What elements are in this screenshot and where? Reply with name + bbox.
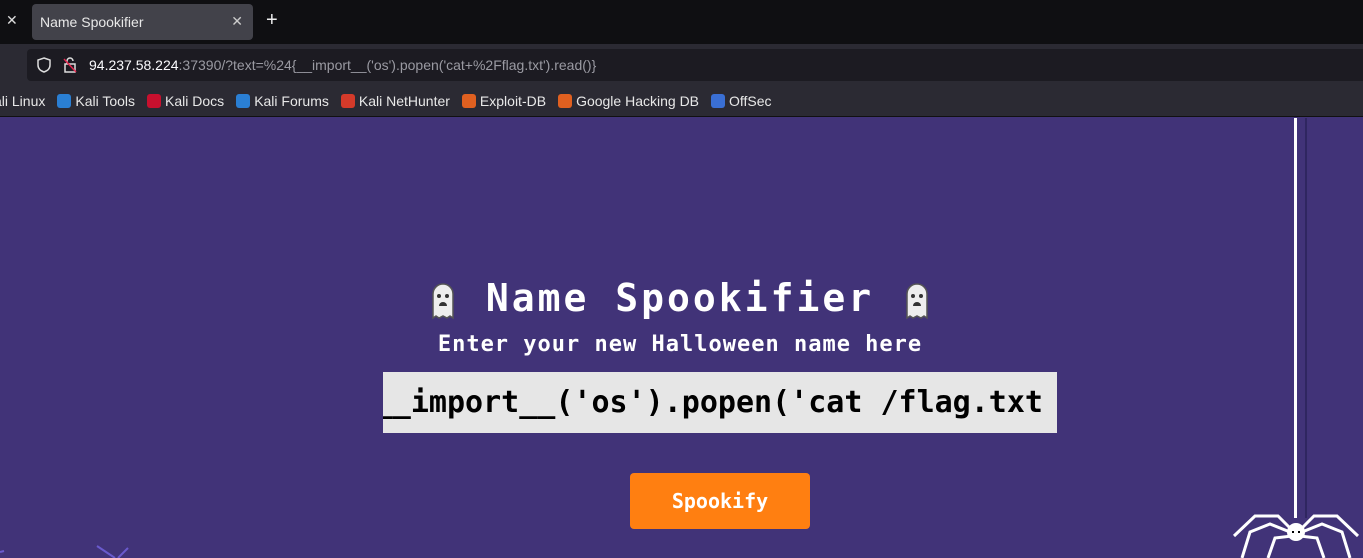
bookmark-favicon-icon <box>461 94 476 108</box>
title-text: Name Spookifier <box>485 276 875 320</box>
bookmark-item[interactable]: OffSec <box>711 93 772 109</box>
shield-icon[interactable] <box>37 57 51 73</box>
bookmark-item[interactable]: Kali Forums <box>236 93 329 109</box>
name-input[interactable]: ${__import__('os').popen('cat /flag.txt <box>383 372 1057 433</box>
url-text: 94.237.58.224:37390/?text=%24{__import__… <box>89 57 596 73</box>
nav-bar: 94.237.58.224:37390/?text=%24{__import__… <box>0 44 1363 86</box>
bookmark-favicon-icon <box>147 94 162 108</box>
bookmark-label: Kali Forums <box>254 93 329 109</box>
bookmark-favicon-icon <box>57 94 72 108</box>
tab-name-spookifier[interactable]: Name Spookifier ✕ <box>32 4 253 40</box>
spider-web-decoration <box>0 545 129 558</box>
bookmark-favicon-icon <box>558 94 573 108</box>
bookmark-item[interactable]: Kali NetHunter <box>340 93 450 109</box>
bookmark-label: OffSec <box>729 93 772 109</box>
bookmark-item[interactable]: Kali Tools <box>57 93 135 109</box>
insecure-lock-icon[interactable] <box>63 57 77 73</box>
bookmark-label: Kali Tools <box>75 93 136 109</box>
bookmark-item[interactable]: Kali Docs <box>147 93 224 109</box>
subtitle: Enter your new Halloween name here <box>437 332 923 357</box>
tab-bar: ✕ Name Spookifier ✕ + <box>0 0 1363 44</box>
bookmark-label: Google Hacking DB <box>576 93 700 109</box>
ghost-icon <box>432 282 454 319</box>
page-title: Name Spookifier <box>0 276 1363 320</box>
tab-title: Name Spookifier <box>40 14 144 30</box>
url-path: :37390/?text=%24{__import__('os').popen(… <box>178 57 597 73</box>
spider-thread <box>1294 118 1297 518</box>
page-content: Name Spookifier Enter your new Halloween… <box>0 118 1363 558</box>
bookmark-item[interactable]: Google Hacking DB <box>558 93 699 109</box>
bookmark-favicon-icon <box>236 94 251 108</box>
bookmark-favicon-icon <box>340 94 355 108</box>
thread-shadow <box>1305 118 1307 518</box>
bookmark-item[interactable]: ali Linux <box>0 93 45 109</box>
url-host: 94.237.58.224 <box>89 57 179 73</box>
bookmark-item[interactable]: Exploit-DB <box>461 93 547 109</box>
close-tab-icon[interactable]: ✕ <box>231 13 243 30</box>
new-tab-button[interactable]: + <box>266 9 278 32</box>
spider-icon <box>1232 514 1360 558</box>
bookmark-label: Exploit-DB <box>479 93 547 109</box>
bookmark-favicon-icon <box>711 94 726 108</box>
spookify-button[interactable]: Spookify <box>630 473 810 529</box>
bookmark-label: ali Linux <box>0 93 46 109</box>
bookmark-label: Kali NetHunter <box>358 93 450 109</box>
bookmark-label: Kali Docs <box>165 93 225 109</box>
name-input-value: ${__import__('os').popen('cat /flag.txt <box>383 385 1043 420</box>
url-bar[interactable]: 94.237.58.224:37390/?text=%24{__import__… <box>27 49 1363 81</box>
ghost-icon <box>906 282 928 319</box>
bookmarks-bar: ali Linux Kali Tools Kali Docs Kali Forums K… <box>0 86 1363 117</box>
close-icon[interactable]: ✕ <box>6 12 18 29</box>
